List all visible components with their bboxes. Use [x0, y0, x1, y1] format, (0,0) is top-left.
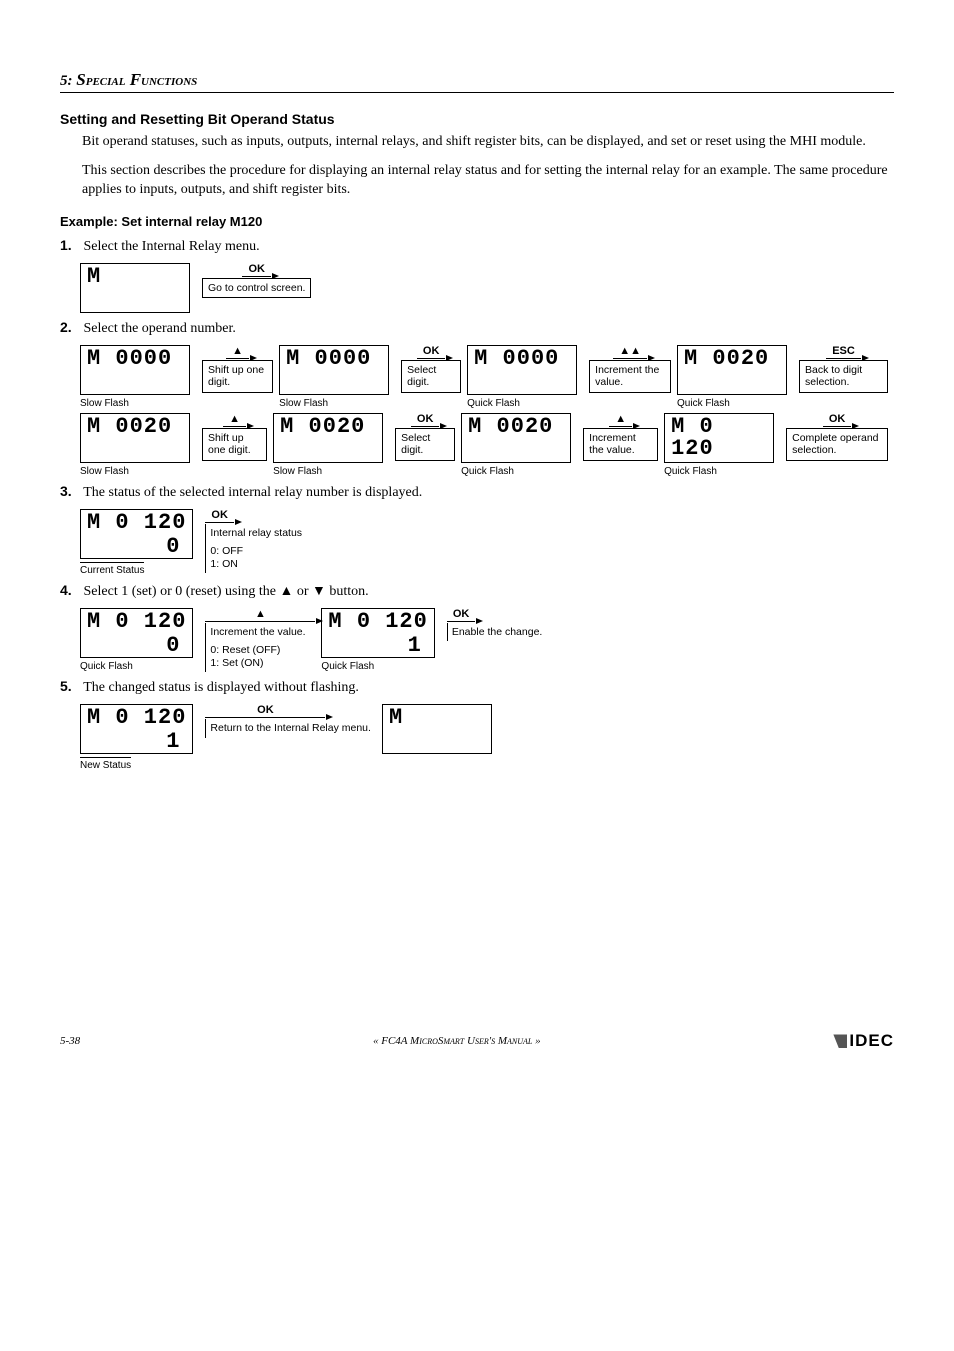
brand-text: IDEC [849, 1031, 894, 1051]
up-icon [279, 584, 293, 599]
key-ok: OK [411, 413, 440, 427]
action-select-digit: Select digit. [395, 428, 455, 461]
lcd: M 0 120 [664, 413, 774, 463]
step2-row-a: M 0000 Slow Flash ▲ Shift up one digit. … [80, 345, 894, 409]
lcd: M 0020 [80, 413, 190, 463]
step-text: The changed status is displayed without … [83, 680, 359, 695]
brand-logo: IDEC [833, 1031, 894, 1051]
action-go-control: Go to control screen. [202, 278, 311, 299]
key-up: ▲ [205, 608, 315, 622]
key-ok: OK [447, 608, 476, 622]
step-1: 1. Select the Internal Relay menu. [60, 237, 894, 255]
action-increment-val: Increment the value. [205, 623, 310, 642]
step-text-mid: or [293, 584, 312, 599]
key-ok: OK [205, 509, 234, 523]
key-esc: ESC [826, 345, 861, 359]
lcd: M 0000 [279, 345, 389, 395]
step-text: The status of the selected internal rela… [83, 485, 422, 500]
lcd-M: M [80, 263, 190, 313]
key-up: ▲ [226, 345, 249, 359]
action-enable: Enable the change. [447, 623, 548, 642]
lcd: M 0020 [461, 413, 571, 463]
step3-flow: M 0 120 0 Current Status OK Internal rel… [80, 509, 894, 576]
lcd-M-end: M [382, 704, 492, 754]
step-text: Select the operand number. [84, 321, 236, 336]
action-relay-status: Internal relay status [205, 524, 307, 543]
step-text-post: button. [326, 584, 369, 599]
down-icon [312, 584, 326, 599]
lcd: M 0 120 1 [321, 608, 434, 658]
caption-current-status: Current Status [80, 562, 144, 576]
key-up: ▲ [609, 413, 632, 427]
key-ok: OK [242, 263, 271, 277]
caption-quick: Quick Flash [321, 661, 374, 672]
caption-quick: Quick Flash [80, 661, 133, 672]
action-select-digit: Select digit. [401, 360, 461, 393]
step-5: 5. The changed status is displayed witho… [60, 678, 894, 696]
caption-quick: Quick Flash [461, 466, 514, 477]
action-increment: Increment the value. [583, 428, 658, 461]
lcd: M 0 120 0 [80, 509, 193, 559]
step-4: 4. Select 1 (set) or 0 (reset) using the… [60, 582, 894, 600]
lcd: M 0000 [467, 345, 577, 395]
example-heading: Example: Set internal relay M120 [60, 214, 894, 229]
section-para-2: This section describes the procedure for… [82, 162, 894, 200]
action-complete: Complete operand selection. [786, 428, 888, 461]
lcd: M 0 120 1 [80, 704, 193, 754]
logo-icon [833, 1034, 847, 1048]
caption-slow: Slow Flash [279, 398, 328, 409]
key-ok: OK [823, 413, 852, 427]
section-para-1: Bit operand statuses, such as inputs, ou… [82, 133, 894, 152]
section-title: Setting and Resetting Bit Operand Status [60, 111, 894, 127]
caption-quick: Quick Flash [664, 466, 717, 477]
key-up: ▲ [223, 413, 246, 427]
step5-flow: M 0 120 1 New Status OK Return to the In… [80, 704, 894, 771]
step-3: 3. The status of the selected internal r… [60, 483, 894, 501]
caption-slow: Slow Flash [80, 398, 129, 409]
lcd: M 0 120 0 [80, 608, 193, 658]
step-2: 2. Select the operand number. [60, 319, 894, 337]
action-shift-up: Shift up one digit. [202, 428, 267, 461]
action-off-on: 0: OFF 1: ON [205, 542, 265, 573]
step-num: 2. [60, 319, 80, 335]
action-back-digit: Back to digit selection. [799, 360, 888, 393]
caption-quick: Quick Flash [467, 398, 520, 409]
step-num: 4. [60, 582, 80, 598]
step2-row-b: M 0020 Slow Flash ▲ Shift up one digit. … [80, 413, 894, 477]
lcd: M 0000 [80, 345, 190, 395]
step-num: 5. [60, 678, 80, 694]
caption-new-status: New Status [80, 757, 131, 771]
step-num: 3. [60, 483, 80, 499]
step-text: Select the Internal Relay menu. [84, 239, 260, 254]
caption-slow: Slow Flash [273, 466, 322, 477]
action-shift-up: Shift up one digit. [202, 360, 273, 393]
action-reset-set: 0: Reset (OFF) 1: Set (ON) [205, 641, 285, 672]
lcd: M 0020 [677, 345, 787, 395]
manual-title: « FC4A MicroSmart User's Manual » [80, 1035, 833, 1047]
page-footer: 5-38 « FC4A MicroSmart User's Manual » I… [60, 1031, 894, 1051]
step-num: 1. [60, 237, 80, 253]
caption-quick: Quick Flash [677, 398, 730, 409]
step4-flow: M 0 120 0 Quick Flash ▲ Increment the va… [80, 608, 894, 673]
chapter-title: Special Functions [76, 73, 197, 89]
action-increment: Increment the value. [589, 360, 671, 393]
chapter-heading: 5: Special Functions [60, 70, 894, 93]
key-upup: ▲▲ [613, 345, 647, 359]
caption-slow: Slow Flash [80, 466, 129, 477]
action-return-menu: Return to the Internal Relay menu. [205, 719, 376, 738]
key-ok: OK [417, 345, 446, 359]
step-text-pre: Select 1 (set) or 0 (reset) using the [84, 584, 280, 599]
key-ok: OK [205, 704, 325, 718]
step1-flow: M OK Go to control screen. [80, 263, 894, 313]
page-number: 5-38 [60, 1035, 80, 1047]
chapter-num: 5: [60, 73, 73, 89]
lcd: M 0020 [273, 413, 383, 463]
